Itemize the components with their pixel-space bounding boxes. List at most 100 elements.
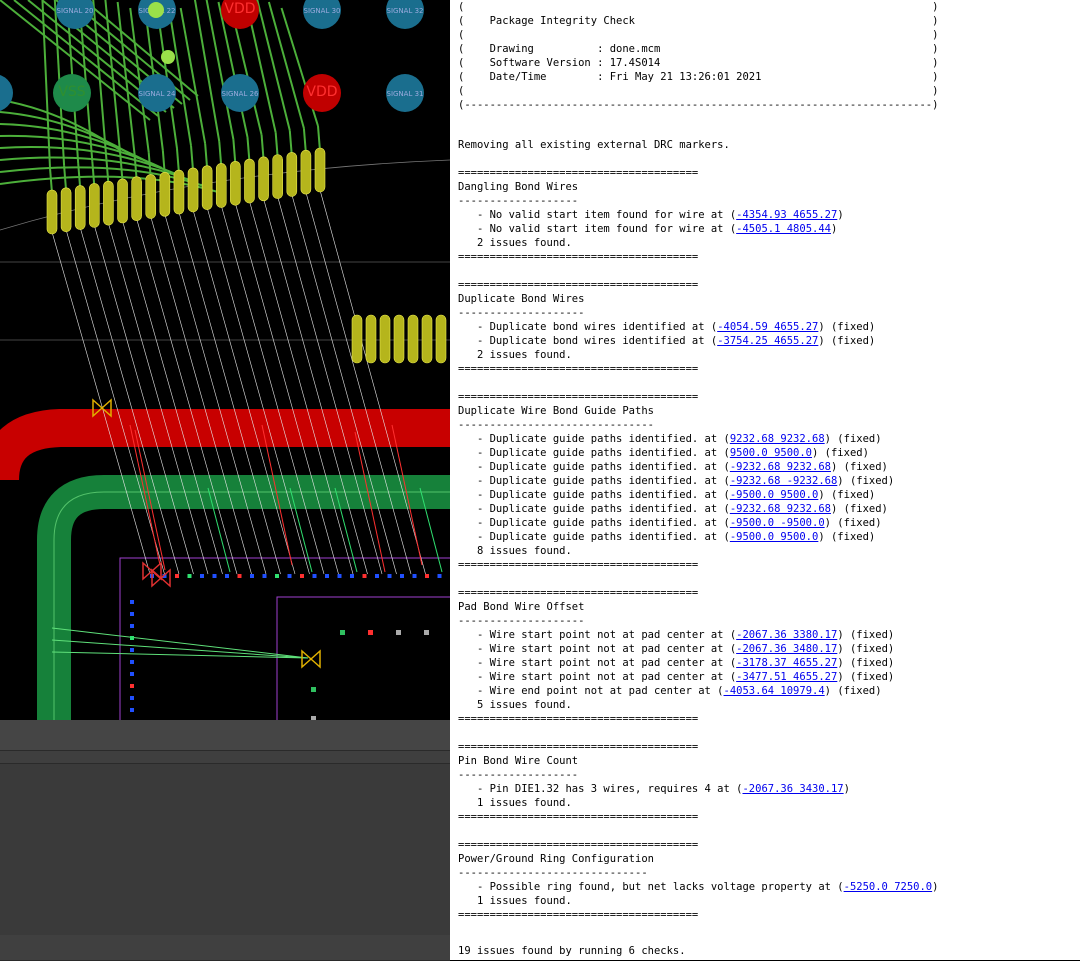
- bond-wire[interactable]: [164, 214, 267, 575]
- die-pad[interactable]: [350, 574, 354, 578]
- die-pad[interactable]: [175, 574, 179, 578]
- coordinate-link[interactable]: -2067.36 3380.17: [736, 629, 837, 641]
- package-pin[interactable]: SIGNAL 31: [386, 74, 424, 112]
- bond-finger[interactable]: [89, 183, 100, 228]
- die-pad[interactable]: [362, 574, 367, 578]
- coordinate-link[interactable]: -4354.93 4655.27: [736, 209, 837, 221]
- coordinate-link[interactable]: -9500.0 9500.0: [730, 489, 819, 501]
- package-pin[interactable]: VDD: [303, 74, 341, 112]
- bond-finger[interactable]: [173, 169, 185, 215]
- die-pad[interactable]: [130, 672, 134, 676]
- package-pin[interactable]: SIGNAL 20: [56, 0, 94, 29]
- console-pane[interactable]: [0, 720, 450, 961]
- die-pad[interactable]: [225, 574, 229, 578]
- die-pad[interactable]: [130, 624, 134, 628]
- bond-finger[interactable]: [393, 314, 405, 364]
- bond-wire[interactable]: [65, 229, 165, 575]
- bond-finger[interactable]: [379, 314, 391, 364]
- package-pin[interactable]: VSS: [53, 74, 91, 112]
- coordinate-link[interactable]: -3754.25 4655.27: [717, 335, 818, 347]
- coordinate-link[interactable]: 9500.0 9500.0: [730, 447, 812, 459]
- bond-wire[interactable]: [108, 223, 209, 575]
- coordinate-link[interactable]: -4053.64 10979.4: [724, 685, 825, 697]
- die-pad[interactable]: [287, 574, 292, 578]
- bond-wire[interactable]: [305, 192, 412, 575]
- bond-finger[interactable]: [159, 172, 171, 217]
- coordinate-link[interactable]: -2067.36 3480.17: [736, 643, 837, 655]
- bond-finger[interactable]: [131, 176, 142, 222]
- bond-finger[interactable]: [187, 167, 199, 213]
- power-ring[interactable]: [0, 409, 450, 482]
- ground-ring[interactable]: [37, 475, 450, 720]
- bond-wire[interactable]: [277, 196, 383, 575]
- die-pad[interactable]: [130, 648, 134, 652]
- bond-finger[interactable]: [230, 160, 241, 206]
- bond-finger[interactable]: [145, 174, 157, 219]
- coordinate-link[interactable]: -2067.36 3430.17: [742, 783, 843, 795]
- bond-finger[interactable]: [60, 187, 72, 233]
- drc-marker-icon[interactable]: [142, 561, 171, 588]
- die-pad[interactable]: [130, 636, 134, 640]
- bond-wire[interactable]: [79, 227, 180, 575]
- coordinate-link[interactable]: -3178.37 4655.27: [736, 657, 837, 669]
- bond-finger[interactable]: [201, 165, 213, 210]
- package-pin[interactable]: SIGNAL 32: [386, 0, 424, 29]
- package-pin[interactable]: SIGNAL 30: [303, 0, 341, 29]
- bond-wire[interactable]: [178, 212, 281, 575]
- die-pad[interactable]: [312, 574, 317, 578]
- die-pad[interactable]: [368, 630, 373, 635]
- die-pad[interactable]: [337, 574, 342, 578]
- die-pad[interactable]: [311, 687, 316, 692]
- bond-wire[interactable]: [192, 209, 296, 575]
- bond-finger[interactable]: [435, 314, 447, 364]
- die-pad[interactable]: [437, 574, 442, 578]
- die-pad[interactable]: [130, 684, 134, 688]
- bond-finger[interactable]: [74, 185, 86, 230]
- die-pad[interactable]: [237, 574, 242, 578]
- coordinate-link[interactable]: -9500.0 9500.0: [730, 531, 819, 543]
- bond-wire[interactable]: [136, 218, 238, 575]
- die-pad[interactable]: [325, 574, 329, 578]
- die-pad[interactable]: [130, 612, 134, 616]
- die-pad[interactable]: [300, 574, 304, 578]
- coordinate-link[interactable]: -4505.1 4805.44: [736, 223, 831, 235]
- coordinate-link[interactable]: -5250.0 7250.0: [844, 881, 933, 893]
- package-pin[interactable]: VDD: [221, 0, 259, 29]
- die-pad[interactable]: [425, 574, 429, 578]
- layout-drawing[interactable]: SIGNAL 20SIGNAL 22VDDSIGNAL 30SIGNAL 321…: [0, 0, 450, 720]
- die-pad[interactable]: [275, 574, 279, 578]
- bond-finger[interactable]: [421, 314, 433, 364]
- coordinate-link[interactable]: -9232.68 9232.68: [730, 503, 831, 515]
- bond-wire[interactable]: [122, 220, 223, 575]
- die-pad[interactable]: [200, 574, 204, 578]
- bond-finger[interactable]: [244, 158, 255, 204]
- die-pad[interactable]: [130, 600, 134, 604]
- coordinate-link[interactable]: 9232.68 9232.68: [730, 433, 825, 445]
- bond-finger[interactable]: [103, 180, 114, 226]
- bond-wire[interactable]: [220, 205, 325, 575]
- die-pad[interactable]: [212, 574, 217, 578]
- bond-finger[interactable]: [258, 156, 269, 202]
- die-pad[interactable]: [130, 696, 134, 700]
- package-pin[interactable]: SIGNAL 26: [221, 74, 259, 112]
- bond-finger[interactable]: [300, 149, 312, 195]
- die-pad[interactable]: [396, 630, 401, 635]
- bond-finger[interactable]: [272, 154, 283, 199]
- bond-wire[interactable]: [94, 225, 194, 575]
- bond-finger[interactable]: [46, 189, 58, 235]
- integrity-report[interactable]: ( )( Package Integrity Check )() (Draw…: [450, 0, 1080, 960]
- via[interactable]: [148, 2, 164, 18]
- via[interactable]: [161, 50, 175, 64]
- bond-finger[interactable]: [351, 314, 363, 364]
- coordinate-link[interactable]: -4054.59 4655.27: [717, 321, 818, 333]
- coordinate-link[interactable]: -3477.51 4655.27: [736, 671, 837, 683]
- coordinate-link[interactable]: -9232.68 -9232.68: [730, 475, 837, 487]
- die-pad[interactable]: [424, 630, 429, 635]
- die-pad[interactable]: [250, 574, 254, 578]
- die-pad[interactable]: [387, 574, 392, 578]
- bond-finger[interactable]: [407, 314, 419, 364]
- coordinate-link[interactable]: -9232.68 9232.68: [730, 461, 831, 473]
- drc-marker-icon[interactable]: [301, 649, 321, 669]
- die-pad[interactable]: [130, 708, 134, 712]
- die-pad[interactable]: [187, 574, 192, 578]
